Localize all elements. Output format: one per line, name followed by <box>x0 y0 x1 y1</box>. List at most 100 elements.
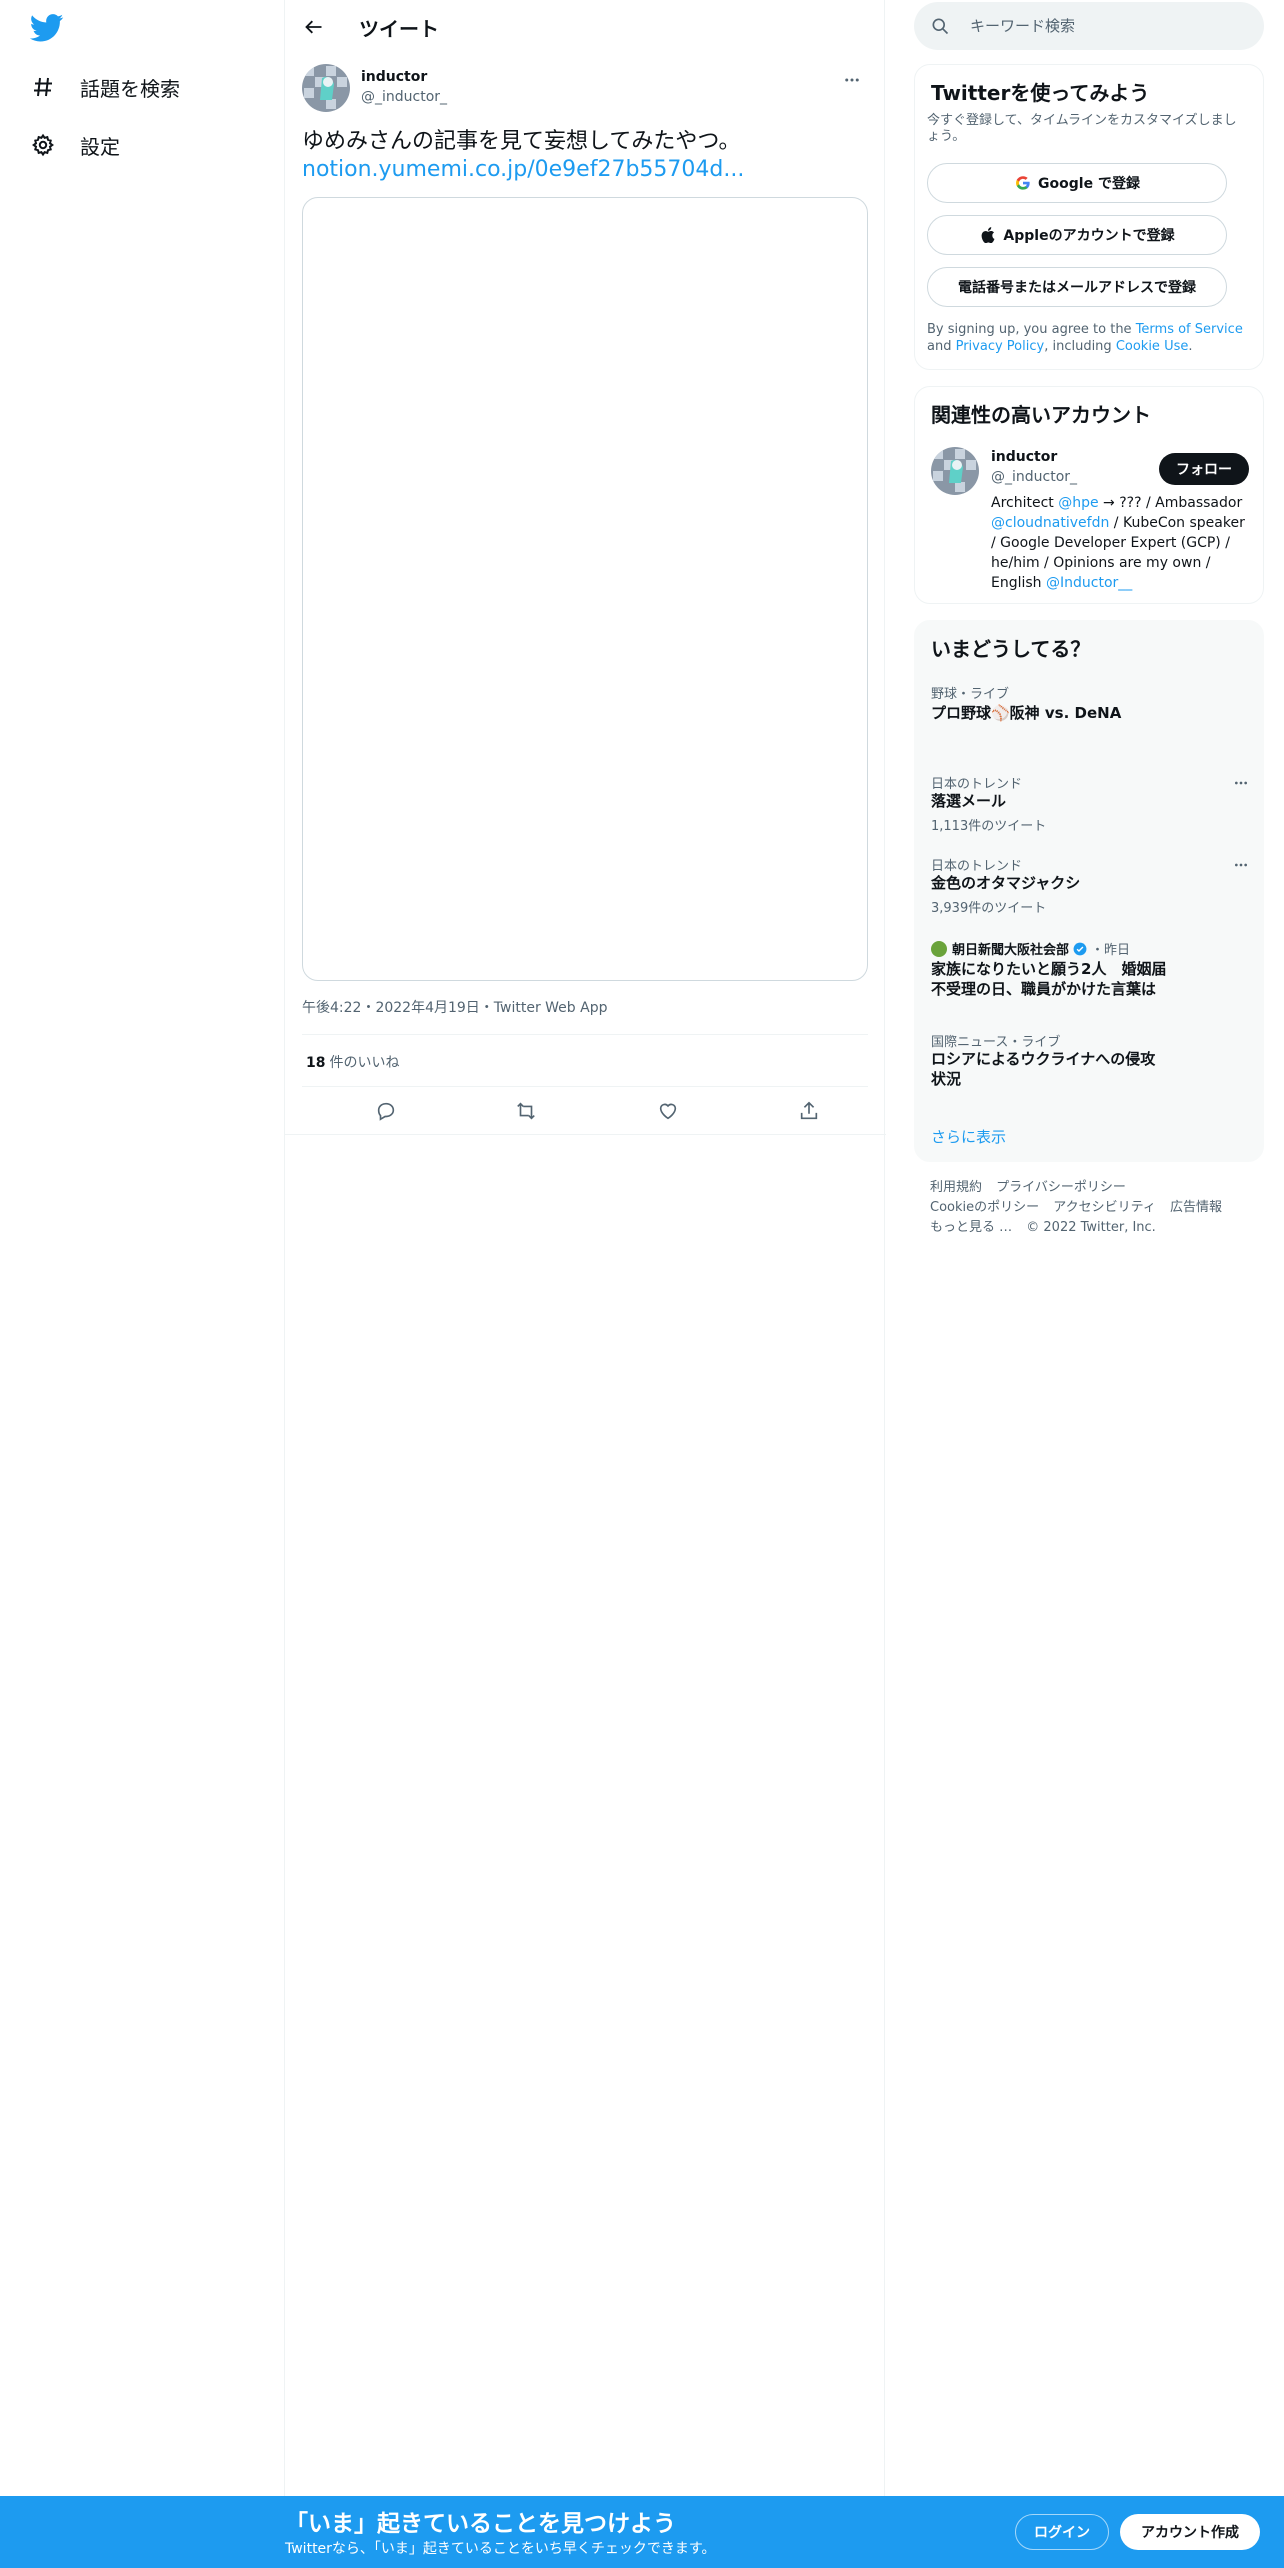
apple-signup-label: Appleのアカウントで登録 <box>1003 228 1175 244</box>
news-item[interactable]: 朝日新聞大阪社会部 ・昨日 家族になりたいと願う2人 婚姻届 不受理の日、職員が… <box>915 939 1265 1011</box>
share-icon[interactable] <box>796 1098 822 1124</box>
google-icon <box>1014 174 1032 192</box>
trend-title: 金色のオタマジャクシ <box>931 874 1081 892</box>
terms-end: . <box>1188 339 1193 354</box>
bio-mention-inductor[interactable]: @Inductor__ <box>1046 575 1132 591</box>
show-more-link[interactable]: さらに表示 <box>931 1126 1006 1147</box>
page-title: ツイート <box>359 17 439 41</box>
footer-link-cookie[interactable]: Cookieのポリシー <box>930 1200 1039 1215</box>
author-name[interactable]: inductor <box>361 69 427 85</box>
tweet-actions <box>302 1095 868 1125</box>
footer-link-terms[interactable]: 利用規約 <box>930 1180 982 1195</box>
bottom-bar-title: 「いま」起きていることを見つけよう <box>285 2511 676 2537</box>
page-header: ツイート <box>285 0 884 54</box>
footer-row: もっと見る … © 2022 Twitter, Inc. <box>930 1218 1260 1238</box>
terms-including: , including <box>1044 339 1116 354</box>
follow-button[interactable]: フォロー <box>1159 453 1249 485</box>
avatar[interactable] <box>302 64 350 112</box>
more-options-icon[interactable] <box>840 68 864 92</box>
tweet-body: ゆめみさんの記事を見て妄想してみたやつ。 <box>302 129 741 154</box>
avatar[interactable] <box>931 447 979 495</box>
left-sidebar: 話題を検索 設定 <box>0 0 284 2568</box>
trend-count: 3,939件のツイート <box>931 901 1047 916</box>
bottom-bar-subtitle: Twitterなら、「いま」起きていることをいち早くチェックできます。 <box>285 2541 716 2557</box>
phone-email-signup-label: 電話番号またはメールアドレスで登録 <box>958 280 1196 296</box>
trend-item[interactable]: 日本のトレンド 落選メール 1,113件のツイート <box>915 773 1265 843</box>
phone-email-signup-button[interactable]: 電話番号またはメールアドレスで登録 <box>927 267 1227 307</box>
footer-row: 利用規約 プライバシーポリシー <box>930 1178 1260 1198</box>
footer-copyright: © 2022 Twitter, Inc. <box>1026 1220 1156 1235</box>
search-icon <box>930 16 950 36</box>
bio-mention-cloudnativefdn[interactable]: @cloudnativefdn <box>991 515 1109 531</box>
apple-signup-button[interactable]: Appleのアカウントで登録 <box>927 215 1227 255</box>
related-accounts-title: 関連性の高いアカウント <box>931 403 1151 427</box>
trend-title-line: 状況 <box>931 1070 962 1088</box>
terms-and: and <box>927 339 956 354</box>
footer-link-accessibility[interactable]: アクセシビリティ <box>1053 1200 1156 1215</box>
related-accounts-card: 関連性の高いアカウント inductor @_inductor_ フォロー Ar… <box>914 386 1264 604</box>
trends-card: いまどうしてる？ 野球・ライブ プロ野球⚾阪神 vs. DeNA 日本のトレンド… <box>914 620 1264 1162</box>
trend-context: 日本のトレンド <box>931 777 1023 792</box>
related-account-handle[interactable]: @_inductor_ <box>991 469 1077 485</box>
tweet-text: ゆめみさんの記事を見て妄想してみたやつ。 notion.yumemi.co.jp… <box>302 128 868 184</box>
footer-link-ads[interactable]: 広告情報 <box>1170 1200 1222 1215</box>
trend-item[interactable]: 国際ニュース・ライブ ロシアによるウクライナへの侵攻 状況 <box>915 1031 1265 1101</box>
bio-text: Architect <box>991 495 1059 511</box>
news-time: ・昨日 <box>1091 943 1131 958</box>
main-column: ツイート inductor @_inductor_ ゆめみさんの記事を見て妄想し… <box>284 0 886 2568</box>
like-icon[interactable] <box>655 1098 681 1124</box>
signup-card-title: Twitterを使ってみよう <box>931 81 1150 105</box>
footer-link-privacy[interactable]: プライバシーポリシー <box>996 1180 1126 1195</box>
sidebar-item-label: 設定 <box>80 134 120 159</box>
divider <box>285 1134 886 1135</box>
likes-count[interactable]: 18 件のいいね <box>306 1052 399 1072</box>
gear-icon <box>30 132 56 158</box>
trend-item[interactable]: 野球・ライブ プロ野球⚾阪神 vs. DeNA <box>915 683 1265 757</box>
footer-row: Cookieのポリシー アクセシビリティ 広告情報 <box>930 1198 1260 1218</box>
news-source: 朝日新聞大阪社会部 ・昨日 <box>931 939 1130 958</box>
sidebar-item-label: 話題を検索 <box>80 76 180 101</box>
trend-title: プロ野球⚾阪神 vs. DeNA <box>931 704 1122 722</box>
create-account-button[interactable]: アカウント作成 <box>1120 2514 1260 2550</box>
back-arrow-icon[interactable] <box>301 14 327 40</box>
divider <box>302 1034 868 1035</box>
news-source-name: 朝日新聞大阪社会部 <box>952 943 1070 958</box>
more-options-icon[interactable] <box>1231 855 1251 875</box>
news-title-line: 不受理の日、職員がかけた言葉は <box>931 980 1157 998</box>
reply-icon[interactable] <box>373 1098 399 1124</box>
sidebar-item-explore[interactable]: 話題を検索 <box>30 67 180 107</box>
login-button[interactable]: ログイン <box>1015 2514 1109 2550</box>
likes-label: 件のいいね <box>329 1055 400 1071</box>
terms-of-service-link[interactable]: Terms of Service <box>1136 322 1243 337</box>
trend-title-line: ロシアによるウクライナへの侵攻 <box>931 1050 1156 1068</box>
footer-more-link[interactable]: もっと見る … <box>930 1220 1012 1235</box>
search-box[interactable] <box>914 2 1264 50</box>
sidebar-item-settings[interactable]: 設定 <box>30 125 120 165</box>
author-handle[interactable]: @_inductor_ <box>361 89 447 105</box>
tweet-timestamp[interactable]: 午後4:22・2022年4月19日・Twitter Web App <box>302 997 607 1017</box>
trend-item[interactable]: 日本のトレンド 金色のオタマジャクシ 3,939件のツイート <box>915 855 1265 925</box>
bio-text: → ??? / Ambassador <box>1098 495 1243 511</box>
terms-text: By signing up, you agree to the Terms of… <box>927 321 1253 355</box>
verified-badge-icon <box>1073 942 1087 956</box>
trend-count: 1,113件のツイート <box>931 819 1047 834</box>
retweet-icon[interactable] <box>513 1098 539 1124</box>
twitter-bird-icon[interactable] <box>29 14 66 44</box>
google-signup-label: Google で登録 <box>1038 176 1140 192</box>
cookie-use-link[interactable]: Cookie Use <box>1116 339 1189 354</box>
google-signup-button[interactable]: Google で登録 <box>927 163 1227 203</box>
media-card[interactable] <box>302 197 868 981</box>
tweet-author: inductor @_inductor_ <box>302 64 868 114</box>
hashtag-icon <box>30 74 56 100</box>
footer-links: 利用規約 プライバシーポリシー Cookieのポリシー アクセシビリティ 広告情… <box>930 1178 1260 1238</box>
signup-card-subtitle: 今すぐ登録して、タイムラインをカスタマイズしましょう。 <box>927 113 1237 144</box>
divider <box>302 1086 868 1087</box>
tweet-link[interactable]: notion.yumemi.co.jp/0e9ef27b55704d... <box>302 156 868 184</box>
more-options-icon[interactable] <box>1231 773 1251 793</box>
related-account-name[interactable]: inductor <box>991 449 1057 465</box>
privacy-policy-link[interactable]: Privacy Policy <box>956 339 1045 354</box>
likes-number: 18 <box>306 1055 326 1071</box>
bio-mention-hpe[interactable]: @hpe <box>1058 495 1098 511</box>
search-input[interactable] <box>970 14 1240 38</box>
trend-context: 国際ニュース・ライブ <box>931 1035 1061 1050</box>
